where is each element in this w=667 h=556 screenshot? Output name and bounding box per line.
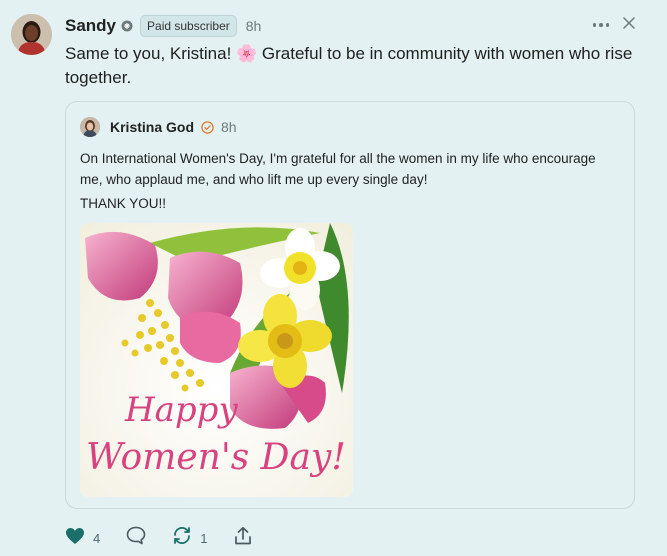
image-line2: Women's Day! (86, 437, 346, 478)
subscriber-badge-icon (121, 20, 133, 32)
author-name[interactable]: Sandy (65, 16, 116, 36)
like-count: 4 (93, 530, 101, 546)
image-line1: Happy (124, 390, 238, 430)
verified-icon (201, 120, 214, 134)
top-actions (592, 16, 636, 34)
restack-icon (172, 526, 192, 550)
quoted-thanks: THANK YOU!! (80, 196, 167, 211)
quoted-time[interactable]: 8h (221, 119, 237, 135)
post-actions: 4 1 (65, 526, 253, 551)
quoted-note[interactable]: Kristina God 8h On International Women's… (65, 101, 635, 509)
post-body: Same to you, Kristina! 🌸 Grateful to be … (65, 44, 633, 87)
restack-count: 1 (200, 530, 208, 546)
quoted-avatar[interactable] (80, 117, 100, 137)
more-icon[interactable] (592, 16, 609, 34)
post-time[interactable]: 8h (246, 18, 262, 34)
quoted-author[interactable]: Kristina God (110, 119, 194, 135)
post-header: Sandy Paid subscriber 8h (65, 14, 261, 38)
close-icon[interactable] (623, 16, 635, 34)
comment-icon (126, 526, 146, 550)
like-button[interactable]: 4 (65, 527, 100, 550)
womens-day-image[interactable]: Happy Women's Day! (80, 223, 353, 497)
restack-button[interactable]: 1 (172, 526, 207, 550)
paid-subscriber-badge: Paid subscriber (140, 15, 237, 37)
share-button[interactable] (233, 526, 253, 551)
quoted-header: Kristina God 8h (80, 116, 237, 138)
share-icon (233, 526, 253, 551)
heart-icon (65, 527, 85, 550)
avatar[interactable] (11, 14, 52, 55)
quoted-text: On International Women's Day, I'm gratef… (80, 151, 596, 187)
comment-button[interactable] (126, 526, 146, 550)
